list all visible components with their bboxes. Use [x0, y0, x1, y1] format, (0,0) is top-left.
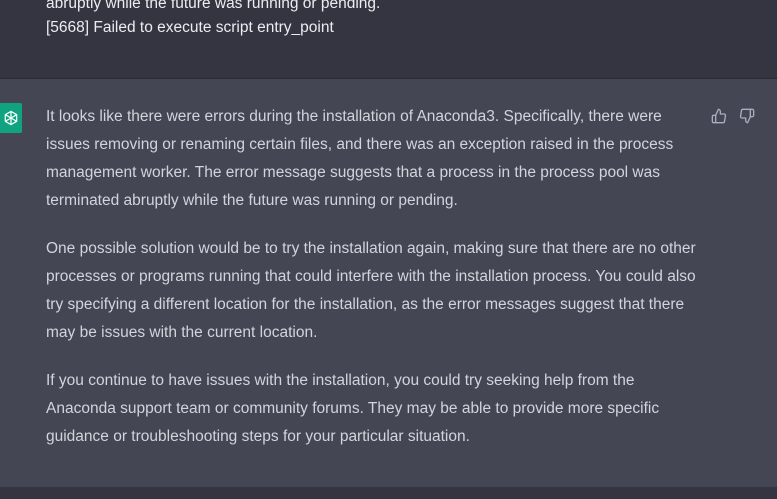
user-message-block: abruptly while the future was running or…	[0, 0, 777, 79]
assistant-paragraph: One possible solution would be to try th…	[46, 240, 696, 341]
assistant-message-block: It looks like there were errors during t…	[0, 79, 777, 487]
assistant-avatar	[0, 103, 22, 133]
thumbs-up-icon	[711, 108, 727, 124]
user-message-line: abruptly while the future was running or…	[46, 0, 381, 12]
thumbs-down-icon	[739, 108, 755, 124]
user-message-line: [5668] Failed to execute script entry_po…	[46, 19, 334, 36]
assistant-message-text: It looks like there were errors during t…	[46, 103, 696, 471]
bottom-strip	[0, 487, 777, 499]
assistant-paragraph: It looks like there were errors during t…	[46, 108, 674, 209]
feedback-actions	[710, 107, 756, 125]
user-message-text: abruptly while the future was running or…	[46, 0, 380, 40]
thumbs-up-button[interactable]	[710, 107, 728, 125]
thumbs-down-button[interactable]	[738, 107, 756, 125]
assistant-paragraph: If you continue to have issues with the …	[46, 372, 660, 445]
openai-logo-icon	[4, 110, 18, 126]
